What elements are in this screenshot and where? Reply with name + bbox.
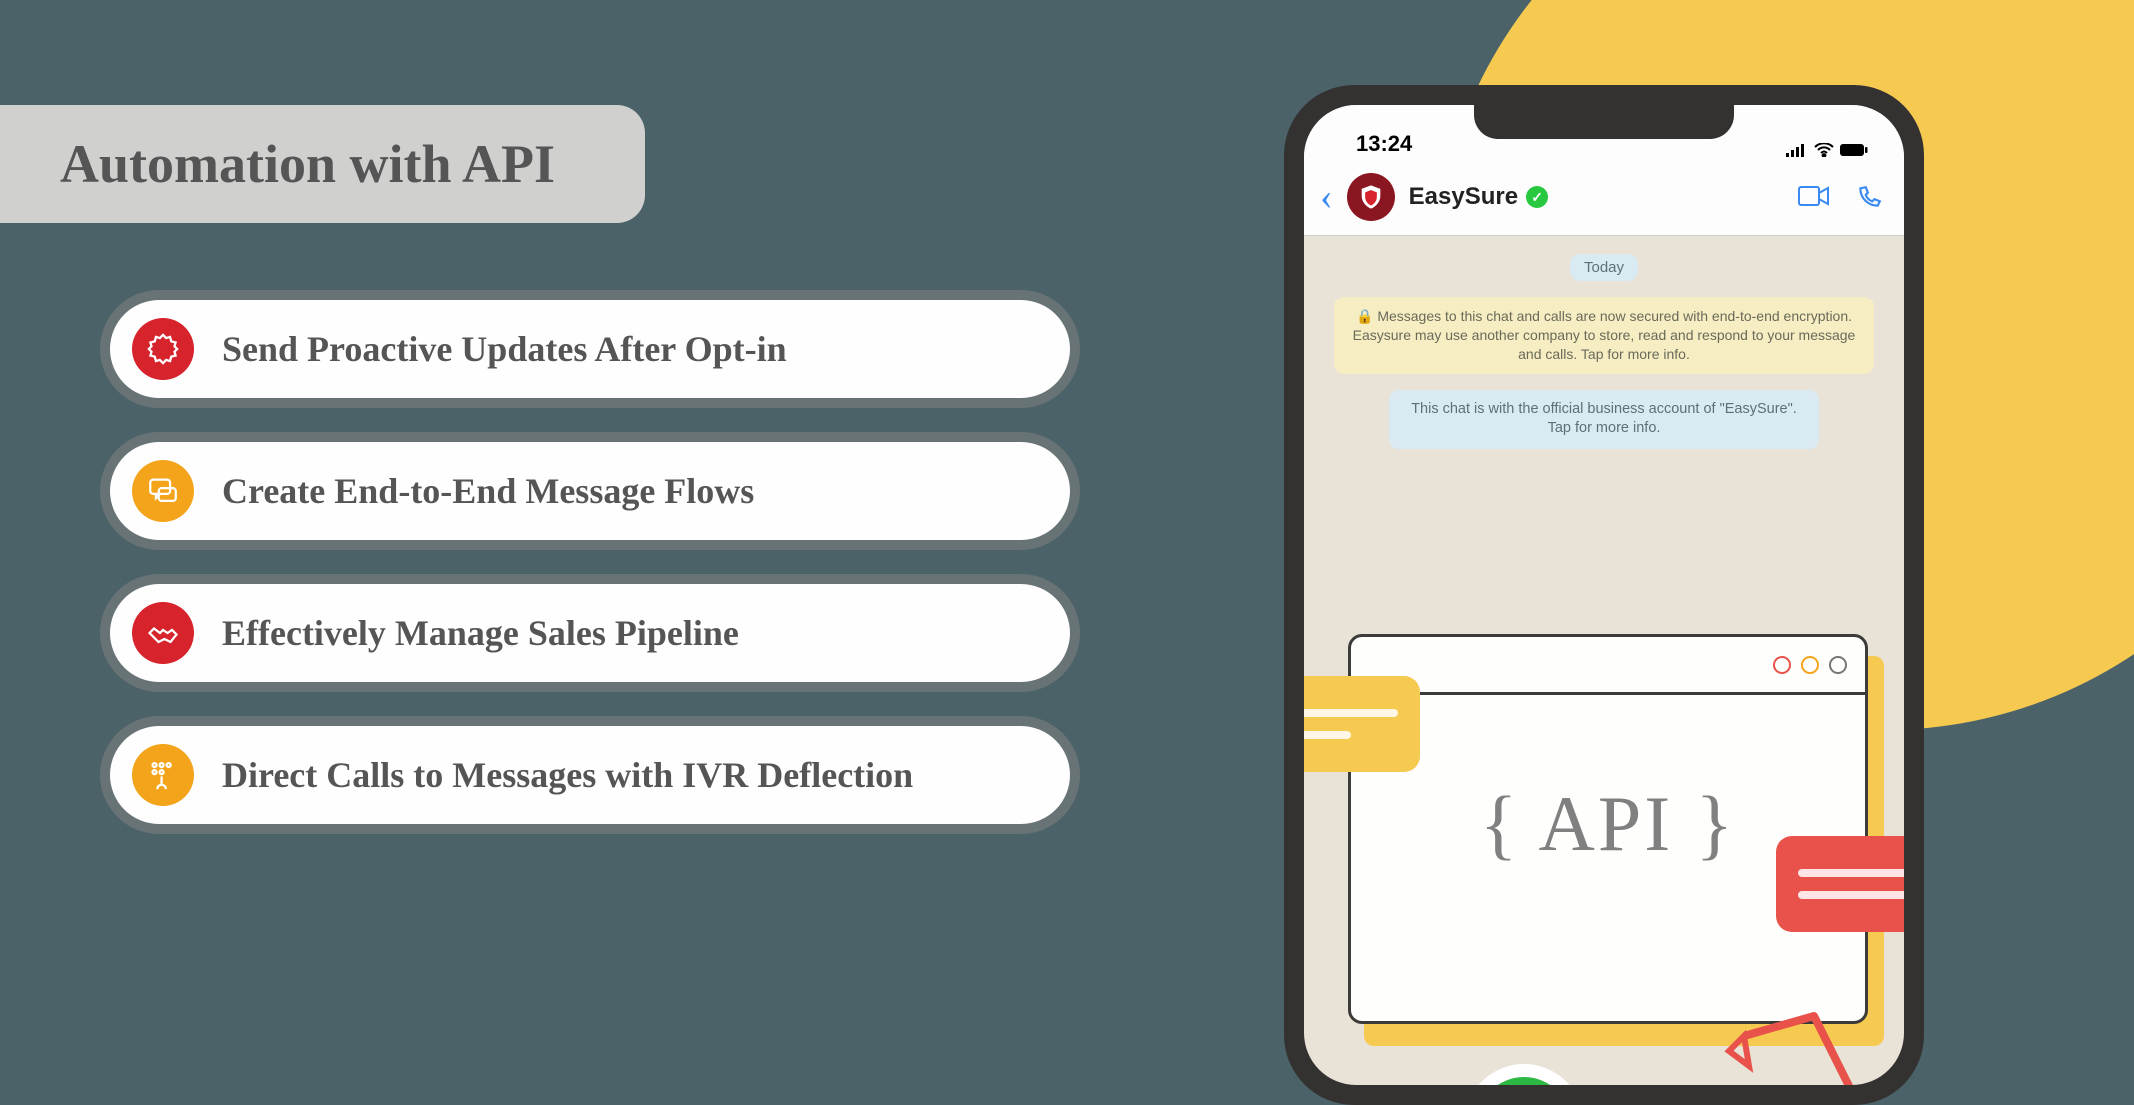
encryption-banner[interactable]: 🔒 Messages to this chat and calls are no… (1334, 297, 1874, 374)
feature-label: Direct Calls to Messages with IVR Deflec… (222, 754, 913, 796)
encryption-text: Messages to this chat and calls are now … (1353, 308, 1856, 362)
badge-icon (132, 318, 194, 380)
feature-label: Effectively Manage Sales Pipeline (222, 612, 739, 654)
window-dot-yellow (1801, 656, 1819, 674)
feature-item-proactive: Send Proactive Updates After Opt-in (110, 300, 1070, 398)
back-icon[interactable]: ‹ (1320, 175, 1333, 219)
business-banner[interactable]: This chat is with the official business … (1389, 390, 1819, 449)
robot-arm-illustration (1684, 996, 1904, 1085)
window-dot-grey (1829, 656, 1847, 674)
verified-badge-icon: ✓ (1526, 186, 1548, 208)
feature-item-flows: Create End-to-End Message Flows (110, 442, 1070, 540)
phone-notch (1474, 105, 1734, 139)
api-window: { API } (1348, 634, 1868, 1024)
feature-item-ivr: Direct Calls to Messages with IVR Deflec… (110, 726, 1070, 824)
window-dot-red (1773, 656, 1791, 674)
speech-bubble-red (1776, 836, 1904, 932)
whatsapp-badge (1464, 1064, 1584, 1085)
title-bar: Automation with API (0, 105, 645, 223)
touch-icon (132, 744, 194, 806)
date-pill: Today (1570, 254, 1638, 281)
page-title: Automation with API (60, 133, 555, 195)
battery-icon (1840, 143, 1868, 157)
voice-call-icon[interactable] (1856, 184, 1882, 210)
chat-header: ‹ EasySure ✓ (1304, 163, 1904, 236)
contact-name-text: EasySure (1409, 183, 1518, 211)
contact-name[interactable]: EasySure ✓ (1409, 183, 1784, 211)
chat-flow-icon (132, 460, 194, 522)
phone-mockup: 13:24 ‹ EasySure ✓ Today (1284, 85, 1924, 1105)
wifi-icon (1814, 143, 1834, 157)
status-icons (1786, 143, 1868, 157)
lock-icon: 🔒 (1356, 308, 1373, 324)
phone-screen: 13:24 ‹ EasySure ✓ Today (1304, 105, 1904, 1085)
video-call-icon[interactable] (1798, 184, 1830, 208)
whatsapp-icon (1477, 1077, 1571, 1085)
chat-body: Today 🔒 Messages to this chat and calls … (1304, 236, 1904, 1085)
handshake-icon (132, 602, 194, 664)
feature-label: Send Proactive Updates After Opt-in (222, 328, 787, 370)
speech-bubble-yellow (1304, 676, 1420, 772)
signal-icon (1786, 143, 1808, 157)
status-time: 13:24 (1356, 131, 1412, 157)
feature-item-pipeline: Effectively Manage Sales Pipeline (110, 584, 1070, 682)
feature-label: Create End-to-End Message Flows (222, 470, 754, 512)
contact-avatar[interactable] (1347, 173, 1395, 221)
api-window-titlebar (1351, 637, 1865, 695)
feature-list: Send Proactive Updates After Opt-in Crea… (110, 300, 1070, 824)
